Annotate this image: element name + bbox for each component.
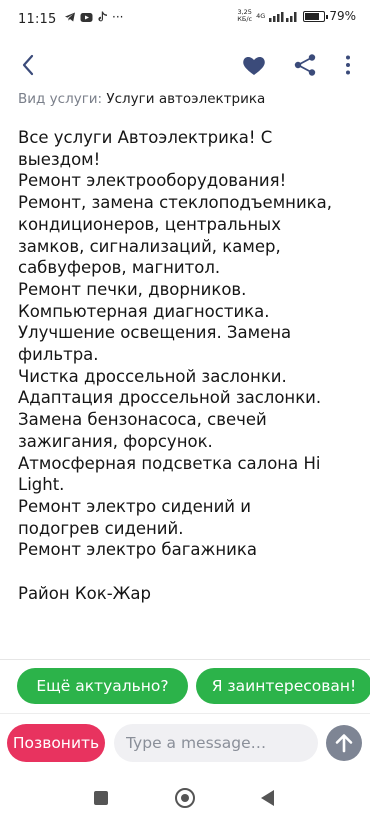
favorite-button[interactable]	[240, 52, 268, 78]
arrow-up-icon	[335, 734, 353, 753]
tiktok-icon	[98, 11, 107, 22]
description-line	[18, 561, 363, 583]
status-right: 3,25 КБ/с 4G 79%	[237, 8, 356, 24]
description-line: Замена бензонасоса, свечей	[18, 410, 267, 430]
ad-description: Все услуги Автоэлектрика! Свыездом! Ремон…	[18, 127, 363, 604]
quick-reply-interested[interactable]: Я заинтересован!	[196, 668, 370, 704]
more-options-button[interactable]	[338, 52, 358, 78]
description-line: кондиционеров, центральных	[18, 214, 281, 234]
description-line: фильтра.	[18, 345, 99, 365]
description-line: Компьютерная диагностика.	[18, 301, 270, 321]
service-type-value: Услуги автоэлектрика	[106, 91, 266, 107]
chevron-left-icon	[22, 54, 34, 76]
net-speed: 3,25 КБ/с	[237, 8, 253, 23]
system-nav-bar	[0, 772, 370, 822]
description-line: Ремонт печки, дворников.	[18, 279, 247, 299]
call-button[interactable]: Позвонить	[7, 724, 105, 762]
description-line: подогрев сидений.	[18, 518, 184, 538]
notification-icons: ···	[64, 11, 123, 23]
send-button[interactable]	[326, 725, 362, 761]
description-line: Все услуги Автоэлектрика! С	[18, 128, 273, 147]
description-line: зажигания, форсунок.	[18, 431, 213, 451]
status-bar: 11:15 ··· 3,25 КБ/с 4G 79%	[0, 0, 370, 40]
recents-icon[interactable]	[94, 791, 108, 805]
description-line: Чистка дроссельной заслонки.	[18, 366, 287, 386]
description-line: сабвуферов, магнитол.	[18, 258, 221, 278]
quick-reply-still-actual[interactable]: Ещё актуально?	[17, 668, 188, 704]
share-icon	[294, 54, 316, 76]
description-line: выездом!	[18, 149, 101, 169]
telegram-icon	[65, 12, 75, 22]
status-time: 11:15	[18, 12, 57, 27]
battery-percent: 79%	[329, 9, 356, 23]
description-line: Ремонт электрооборудования!	[18, 171, 287, 191]
description-line: замков, сигнализаций, камер,	[18, 236, 281, 256]
divider	[0, 659, 370, 660]
description-line: Ремонт, замена стеклоподъемника,	[18, 193, 332, 213]
description-line: Ремонт электро сидений и	[18, 496, 251, 516]
battery-icon	[303, 10, 329, 22]
share-button[interactable]	[292, 52, 318, 78]
heart-icon	[243, 57, 265, 75]
youtube-icon	[80, 12, 93, 22]
signal-icon	[269, 12, 297, 22]
service-type: Вид услуги: Услуги автоэлектрика	[18, 91, 265, 107]
description-line: Ремонт электро багажника	[18, 540, 257, 560]
description-line: Атмосферная подсветка салона Hi	[18, 453, 321, 473]
home-icon[interactable]	[175, 788, 195, 808]
description-line: Район Кок-Жар	[18, 583, 151, 603]
message-input[interactable]	[114, 724, 318, 762]
network-type: 4G	[256, 11, 266, 20]
top-toolbar	[0, 40, 370, 88]
back-triangle-icon[interactable]	[261, 790, 274, 806]
divider	[0, 713, 370, 714]
description-line: Light.	[18, 475, 65, 495]
service-type-label: Вид услуги:	[18, 91, 103, 107]
back-button[interactable]	[14, 50, 44, 80]
more-vertical-icon	[346, 55, 350, 75]
description-line: Улучшение освещения. Замена	[18, 323, 292, 343]
description-line: Адаптация дроссельной заслонки.	[18, 388, 322, 408]
more-notifications-icon: ···	[112, 10, 124, 24]
